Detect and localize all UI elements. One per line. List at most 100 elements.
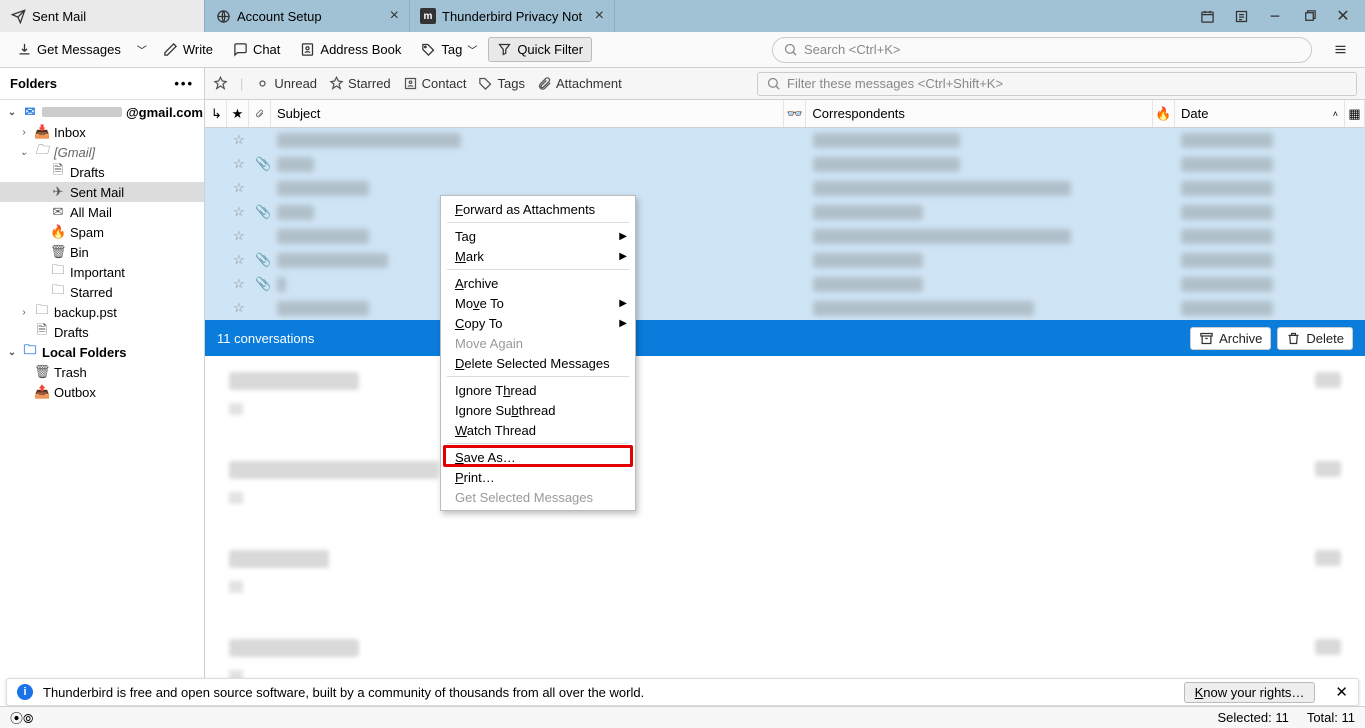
know-rights-button[interactable]: Know your rights… (1184, 682, 1316, 703)
column-headers: ↳ ★ Subject 👓 Correspondents 🔥 Date˄ ▦ (205, 100, 1365, 128)
message-row[interactable]: ☆📎███████████████████████ (205, 272, 1365, 296)
folder-trash[interactable]: 🗑Trash (0, 362, 204, 382)
folder-sent-mail[interactable]: ✈Sent Mail (0, 182, 204, 202)
tasks-icon[interactable] (1233, 8, 1249, 24)
maximize-icon[interactable] (1301, 8, 1317, 24)
close-icon[interactable]: × (595, 7, 604, 25)
folder-drafts2[interactable]: 🗎Drafts (0, 322, 204, 342)
message-row[interactable]: ☆███████████████████████████████████████… (205, 224, 1365, 248)
tab-account-setup[interactable]: Account Setup × (205, 0, 410, 32)
folder-gmail[interactable]: ⌄🗀[Gmail] (0, 142, 204, 162)
label: Local Folders (42, 345, 127, 360)
filter-starred[interactable]: Starred (329, 76, 391, 91)
chevron-up-icon: ˄ (1333, 109, 1338, 119)
mail-icon: ✉ (22, 104, 38, 120)
write-button[interactable]: Write (154, 37, 222, 62)
col-date[interactable]: Date˄ (1175, 100, 1345, 127)
message-row[interactable]: ☆📎██████████████████████████████ (205, 152, 1365, 176)
menu-delete-selected[interactable]: Delete Selected Messages (441, 353, 635, 373)
menu-print[interactable]: Print… (441, 467, 635, 487)
global-search-input[interactable]: Search <Ctrl+K> (772, 37, 1312, 63)
mail-icon: ✉ (50, 204, 66, 220)
label: Attachment (556, 76, 622, 91)
menu-copy-to[interactable]: Copy To▶ (441, 313, 635, 333)
preview-pane (205, 356, 1365, 678)
filter-pin-button[interactable] (213, 76, 228, 91)
label: Address Book (320, 42, 401, 57)
menu-move-to[interactable]: Move To▶ (441, 293, 635, 313)
status-selected: Selected: 11 (1218, 710, 1289, 725)
get-messages-dropdown[interactable]: ﹀ (132, 37, 152, 62)
menu-ignore-thread[interactable]: Ignore Thread (441, 380, 635, 400)
main-toolbar: Get Messages ﹀ Write Chat Address Book T… (0, 32, 1365, 68)
col-read[interactable]: 👓 (784, 100, 806, 127)
folder-options-button[interactable]: ••• (174, 76, 194, 91)
col-spam[interactable]: 🔥 (1153, 100, 1175, 127)
preview-item[interactable] (229, 461, 1341, 504)
folder-spam[interactable]: 🔥Spam (0, 222, 204, 242)
message-row[interactable]: ☆███████████████████████████████████████… (205, 128, 1365, 152)
menu-tag[interactable]: Tag▶ (441, 226, 635, 246)
col-attachment[interactable] (249, 100, 271, 127)
archive-button[interactable]: Archive (1190, 327, 1271, 350)
folder-all-mail[interactable]: ✉All Mail (0, 202, 204, 222)
send-icon (10, 8, 26, 24)
folder-outbox[interactable]: 📤Outbox (0, 382, 204, 402)
menu-mark[interactable]: Mark▶ (441, 246, 635, 266)
menu-watch-thread[interactable]: Watch Thread (441, 420, 635, 440)
filter-unread[interactable]: Unread (255, 76, 317, 91)
filter-search-input[interactable]: Filter these messages <Ctrl+Shift+K> (757, 72, 1357, 96)
folder-backup[interactable]: ›🗀backup.pst (0, 302, 204, 322)
filter-tags[interactable]: Tags (478, 76, 524, 91)
message-row[interactable]: ☆███████████████████████████████████████… (205, 296, 1365, 320)
tag-button[interactable]: Tag ﹀ (412, 37, 486, 62)
folder-bin[interactable]: 🗑Bin (0, 242, 204, 262)
placeholder: Filter these messages <Ctrl+Shift+K> (787, 76, 1003, 91)
message-row[interactable]: ☆███████████████████████████████████████… (205, 176, 1365, 200)
get-messages-button[interactable]: Get Messages (8, 37, 130, 62)
folder-pane: Folders ••• ⌄✉@gmail.com ›📥Inbox ⌄🗀[Gmai… (0, 68, 205, 678)
conversation-count: 11 conversations (217, 331, 314, 346)
col-correspondents[interactable]: Correspondents (806, 100, 1153, 127)
account-row[interactable]: ⌄✉@gmail.com (0, 102, 204, 122)
filter-attachment[interactable]: Attachment (537, 76, 622, 91)
menu-ignore-subthread[interactable]: Ignore Subthread (441, 400, 635, 420)
calendar-icon[interactable] (1199, 8, 1215, 24)
filter-contact[interactable]: Contact (403, 76, 467, 91)
local-folders-row[interactable]: ⌄🗀Local Folders (0, 342, 204, 362)
preview-item[interactable] (229, 550, 1341, 593)
message-row[interactable]: ☆📎██████████████████████████ (205, 200, 1365, 224)
col-star[interactable]: ★ (227, 100, 249, 127)
close-icon[interactable]: × (390, 7, 399, 25)
tab-privacy[interactable]: m Thunderbird Privacy Notice × (410, 0, 615, 32)
tab-sent-mail[interactable]: Sent Mail (0, 0, 205, 32)
message-row[interactable]: ☆📎██████████████████████████████████ (205, 248, 1365, 272)
folder-important[interactable]: 🗀Important (0, 262, 204, 282)
preview-item[interactable] (229, 372, 1341, 415)
message-list: ☆███████████████████████████████████████… (205, 128, 1365, 320)
archive-icon (1199, 331, 1214, 346)
delete-button[interactable]: Delete (1277, 327, 1353, 350)
app-menu-button[interactable] (1324, 37, 1357, 62)
folder-inbox[interactable]: ›📥Inbox (0, 122, 204, 142)
folder-starred[interactable]: 🗀Starred (0, 282, 204, 302)
chat-button[interactable]: Chat (224, 37, 289, 62)
col-thread[interactable]: ↳ (205, 100, 227, 127)
folder-drafts[interactable]: 🗎 Drafts (0, 162, 204, 182)
trash-icon: 🗑 (34, 364, 50, 380)
close-window-icon[interactable]: ✕ (1335, 8, 1351, 24)
menu-forward-attachments[interactable]: Forward as Attachments (441, 199, 635, 219)
menu-archive[interactable]: Archive (441, 273, 635, 293)
col-picker[interactable]: ▦ (1345, 100, 1365, 127)
minimize-icon[interactable]: − (1267, 8, 1283, 24)
close-notification-button[interactable]: ✕ (1335, 683, 1348, 701)
tag-icon (478, 76, 493, 91)
drafts-icon: 🗎 (50, 161, 66, 183)
label: Spam (70, 225, 104, 240)
address-book-button[interactable]: Address Book (291, 37, 410, 62)
preview-item[interactable] (229, 639, 1341, 678)
col-subject[interactable]: Subject (271, 100, 784, 127)
label: Drafts (70, 165, 105, 180)
quick-filter-button[interactable]: Quick Filter (488, 37, 592, 62)
menu-save-as[interactable]: Save As… (441, 447, 635, 467)
